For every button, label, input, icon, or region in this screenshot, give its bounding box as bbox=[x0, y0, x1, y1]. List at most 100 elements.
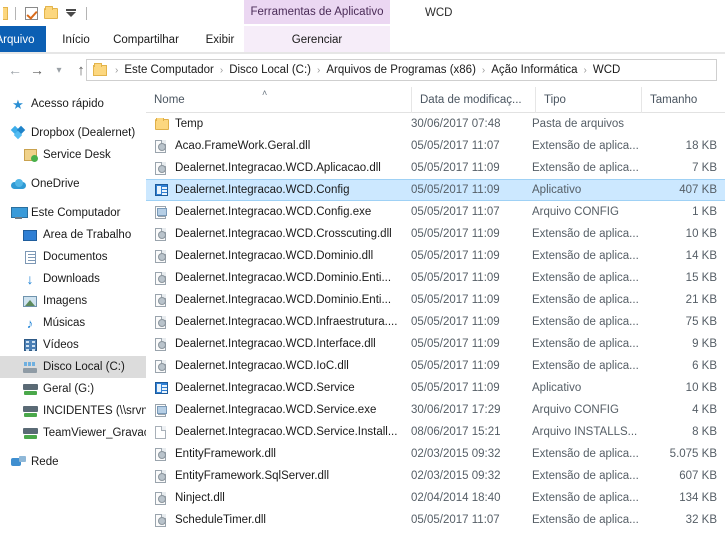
sidebar-item-onedrive[interactable]: OneDrive bbox=[0, 173, 146, 195]
pictures-icon bbox=[20, 293, 40, 309]
sidebar-item-downloads[interactable]: ↓ Downloads bbox=[0, 268, 146, 290]
tab-arquivo[interactable]: Arquivo bbox=[0, 26, 46, 53]
file-name-label: Dealernet.Integracao.WCD.Config bbox=[175, 184, 350, 196]
file-name-label: ScheduleTimer.dll bbox=[175, 514, 266, 526]
sidebar-item-geral-g[interactable]: Geral (G:) bbox=[0, 378, 146, 400]
table-row[interactable]: Dealernet.Integracao.WCD.IoC.dll 05/05/20… bbox=[146, 355, 725, 377]
sidebar-item-documentos[interactable]: Documentos bbox=[0, 246, 146, 268]
table-row[interactable]: Dealernet.Integracao.WCD.Config 05/05/201… bbox=[146, 179, 725, 201]
customize-qat-icon[interactable] bbox=[61, 3, 81, 23]
new-folder-icon[interactable] bbox=[41, 3, 61, 23]
cell-type: Extensão de aplica... bbox=[532, 338, 639, 350]
cell-type: Arquivo CONFIG bbox=[532, 404, 619, 416]
sidebar-item-service-desk[interactable]: Service Desk bbox=[0, 144, 146, 166]
application-icon bbox=[155, 382, 175, 394]
cell-type: Extensão de aplica... bbox=[532, 162, 639, 174]
cell-name: Ninject.dll bbox=[146, 491, 409, 505]
cell-type: Extensão de aplica... bbox=[532, 360, 639, 372]
cell-size: 21 KB bbox=[685, 294, 717, 306]
sidebar-item-v-deos[interactable]: Vídeos bbox=[0, 334, 146, 356]
sidebar-item-disco-local-c[interactable]: Disco Local (C:) bbox=[0, 356, 146, 378]
breadcrumb-item-este-computador[interactable]: Este Computador bbox=[122, 64, 216, 76]
recent-locations-button[interactable]: ▾ bbox=[48, 59, 70, 81]
table-row[interactable]: ScheduleTimer.dll 05/05/2017 11:07 Extensã… bbox=[146, 509, 725, 531]
table-row[interactable]: Dealernet.Integracao.WCD.Infraestrutura.… bbox=[146, 311, 725, 333]
cell-name: Temp bbox=[146, 118, 409, 130]
cell-size: 407 KB bbox=[679, 184, 717, 196]
nav-group-spacer bbox=[0, 195, 146, 202]
cell-size: 10 KB bbox=[685, 228, 717, 240]
table-row[interactable]: Dealernet.Integracao.WCD.Dominio.Enti...… bbox=[146, 289, 725, 311]
file-name-label: Dealernet.Integracao.WCD.Dominio.Enti... bbox=[175, 272, 392, 284]
cell-date-modified: 30/06/2017 17:29 bbox=[411, 404, 501, 416]
file-name-label: Dealernet.Integracao.WCD.Dominio.dll bbox=[175, 250, 374, 262]
cell-date-modified: 02/04/2014 18:40 bbox=[411, 492, 501, 504]
desktop-icon bbox=[20, 227, 40, 243]
dropbox-icon bbox=[8, 125, 28, 141]
cell-type: Extensão de aplica... bbox=[532, 272, 639, 284]
file-name-label: Dealernet.Integracao.WCD.Config.exe bbox=[175, 206, 372, 218]
table-row[interactable]: EntityFramework.SqlServer.dll 02/03/2015 … bbox=[146, 465, 725, 487]
breadcrumb-item-acao-informatica[interactable]: Ação Informática bbox=[489, 64, 579, 76]
downloads-icon: ↓ bbox=[26, 271, 34, 287]
cell-name: Dealernet.Integracao.WCD.Crosscuting.dll bbox=[146, 227, 409, 241]
window-title-label: WCD bbox=[425, 7, 453, 19]
table-row[interactable]: Dealernet.Integracao.WCD.Service 05/05/20… bbox=[146, 377, 725, 399]
sort-ascending-icon: ˄ bbox=[262, 88, 268, 98]
file-rows: Temp 30/06/2017 07:48 Pasta de arquivos Aca… bbox=[146, 113, 725, 531]
breadcrumb[interactable]: › Este Computador › Disco Local (C:) › A… bbox=[86, 59, 717, 81]
back-button[interactable]: ← bbox=[4, 59, 26, 81]
table-row[interactable]: Dealernet.Integracao.WCD.Crosscuting.dll… bbox=[146, 223, 725, 245]
pinned-folder-icon[interactable] bbox=[0, 3, 10, 23]
table-row[interactable]: Dealernet.Integracao.WCD.Aplicacao.dll 05… bbox=[146, 157, 725, 179]
sidebar-item-label: INCIDENTES (\\srvn bbox=[43, 405, 146, 417]
breadcrumb-item-disco-local[interactable]: Disco Local (C:) bbox=[227, 64, 313, 76]
cell-type: Extensão de aplica... bbox=[532, 140, 639, 152]
cell-size: 15 KB bbox=[685, 272, 717, 284]
sidebar-item-imagens[interactable]: Imagens bbox=[0, 290, 146, 312]
forward-button[interactable]: → bbox=[26, 59, 48, 81]
column-header-tamanho[interactable]: Tamanho bbox=[641, 87, 725, 113]
breadcrumb-item-arquivos-de-programas[interactable]: Arquivos de Programas (x86) bbox=[324, 64, 478, 76]
cell-date-modified: 05/05/2017 11:09 bbox=[411, 382, 500, 394]
dll-icon bbox=[155, 359, 175, 373]
table-row[interactable]: Dealernet.Integracao.WCD.Service.Install… bbox=[146, 421, 725, 443]
tab-inicio[interactable]: Início bbox=[52, 26, 100, 53]
cell-type: Arquivo CONFIG bbox=[532, 206, 619, 218]
cell-date-modified: 05/05/2017 11:09 bbox=[411, 316, 500, 328]
tab-exibir[interactable]: Exibir bbox=[196, 26, 244, 53]
breadcrumb-folder-icon bbox=[93, 62, 107, 76]
sidebar-item-rede[interactable]: Rede bbox=[0, 451, 146, 473]
table-row[interactable]: EntityFramework.dll 02/03/2015 09:32 Exten… bbox=[146, 443, 725, 465]
dll-icon bbox=[155, 139, 175, 153]
sidebar-item-dropbox-dealernet[interactable]: Dropbox (Dealernet) bbox=[0, 122, 146, 144]
breadcrumb-item-wcd[interactable]: WCD bbox=[591, 64, 622, 76]
table-row[interactable]: Temp 30/06/2017 07:48 Pasta de arquivos bbox=[146, 113, 725, 135]
column-header-nome[interactable]: Nome ˄ bbox=[146, 87, 411, 113]
cell-date-modified: 08/06/2017 15:21 bbox=[411, 426, 501, 438]
cell-date-modified: 02/03/2015 09:32 bbox=[411, 470, 501, 482]
cell-name: EntityFramework.SqlServer.dll bbox=[146, 469, 409, 483]
table-row[interactable]: Dealernet.Integracao.WCD.Service.exe 30/0… bbox=[146, 399, 725, 421]
sidebar-item-rea-de-trabalho[interactable]: Área de Trabalho bbox=[0, 224, 146, 246]
qat-divider-2 bbox=[86, 6, 87, 20]
sidebar-item-acesso-r-pido[interactable]: ★ Acesso rápido bbox=[0, 93, 146, 115]
table-row[interactable]: Acao.FrameWork.Geral.dll 05/05/2017 11:07… bbox=[146, 135, 725, 157]
dll-icon bbox=[155, 271, 175, 285]
table-row[interactable]: Dealernet.Integracao.WCD.Interface.dll 05… bbox=[146, 333, 725, 355]
tab-compartilhar[interactable]: Compartilhar bbox=[100, 26, 192, 53]
table-row[interactable]: Dealernet.Integracao.WCD.Config.exe 05/05… bbox=[146, 201, 725, 223]
sidebar-item-m-sicas[interactable]: ♪ Músicas bbox=[0, 312, 146, 334]
column-header-data-de-modificacao[interactable]: Data de modificaç... bbox=[411, 87, 535, 113]
tab-gerenciar[interactable]: Gerenciar bbox=[244, 26, 390, 53]
sidebar-item-este-computador[interactable]: Este Computador bbox=[0, 202, 146, 224]
column-header-tipo[interactable]: Tipo bbox=[535, 87, 641, 113]
table-row[interactable]: Ninject.dll 02/04/2014 18:40 Extensão de a… bbox=[146, 487, 725, 509]
properties-icon[interactable] bbox=[21, 3, 41, 23]
table-row[interactable]: Dealernet.Integracao.WCD.Dominio.dll 05/0… bbox=[146, 245, 725, 267]
cell-name: Dealernet.Integracao.WCD.Dominio.Enti... bbox=[146, 271, 409, 285]
sidebar-item-incidentes-srvn[interactable]: INCIDENTES (\\srvn bbox=[0, 400, 146, 422]
tab-exibir-label: Exibir bbox=[205, 33, 235, 46]
sidebar-item-teamviewer-gravac[interactable]: TeamViewer_Gravac bbox=[0, 422, 146, 444]
table-row[interactable]: Dealernet.Integracao.WCD.Dominio.Enti...… bbox=[146, 267, 725, 289]
